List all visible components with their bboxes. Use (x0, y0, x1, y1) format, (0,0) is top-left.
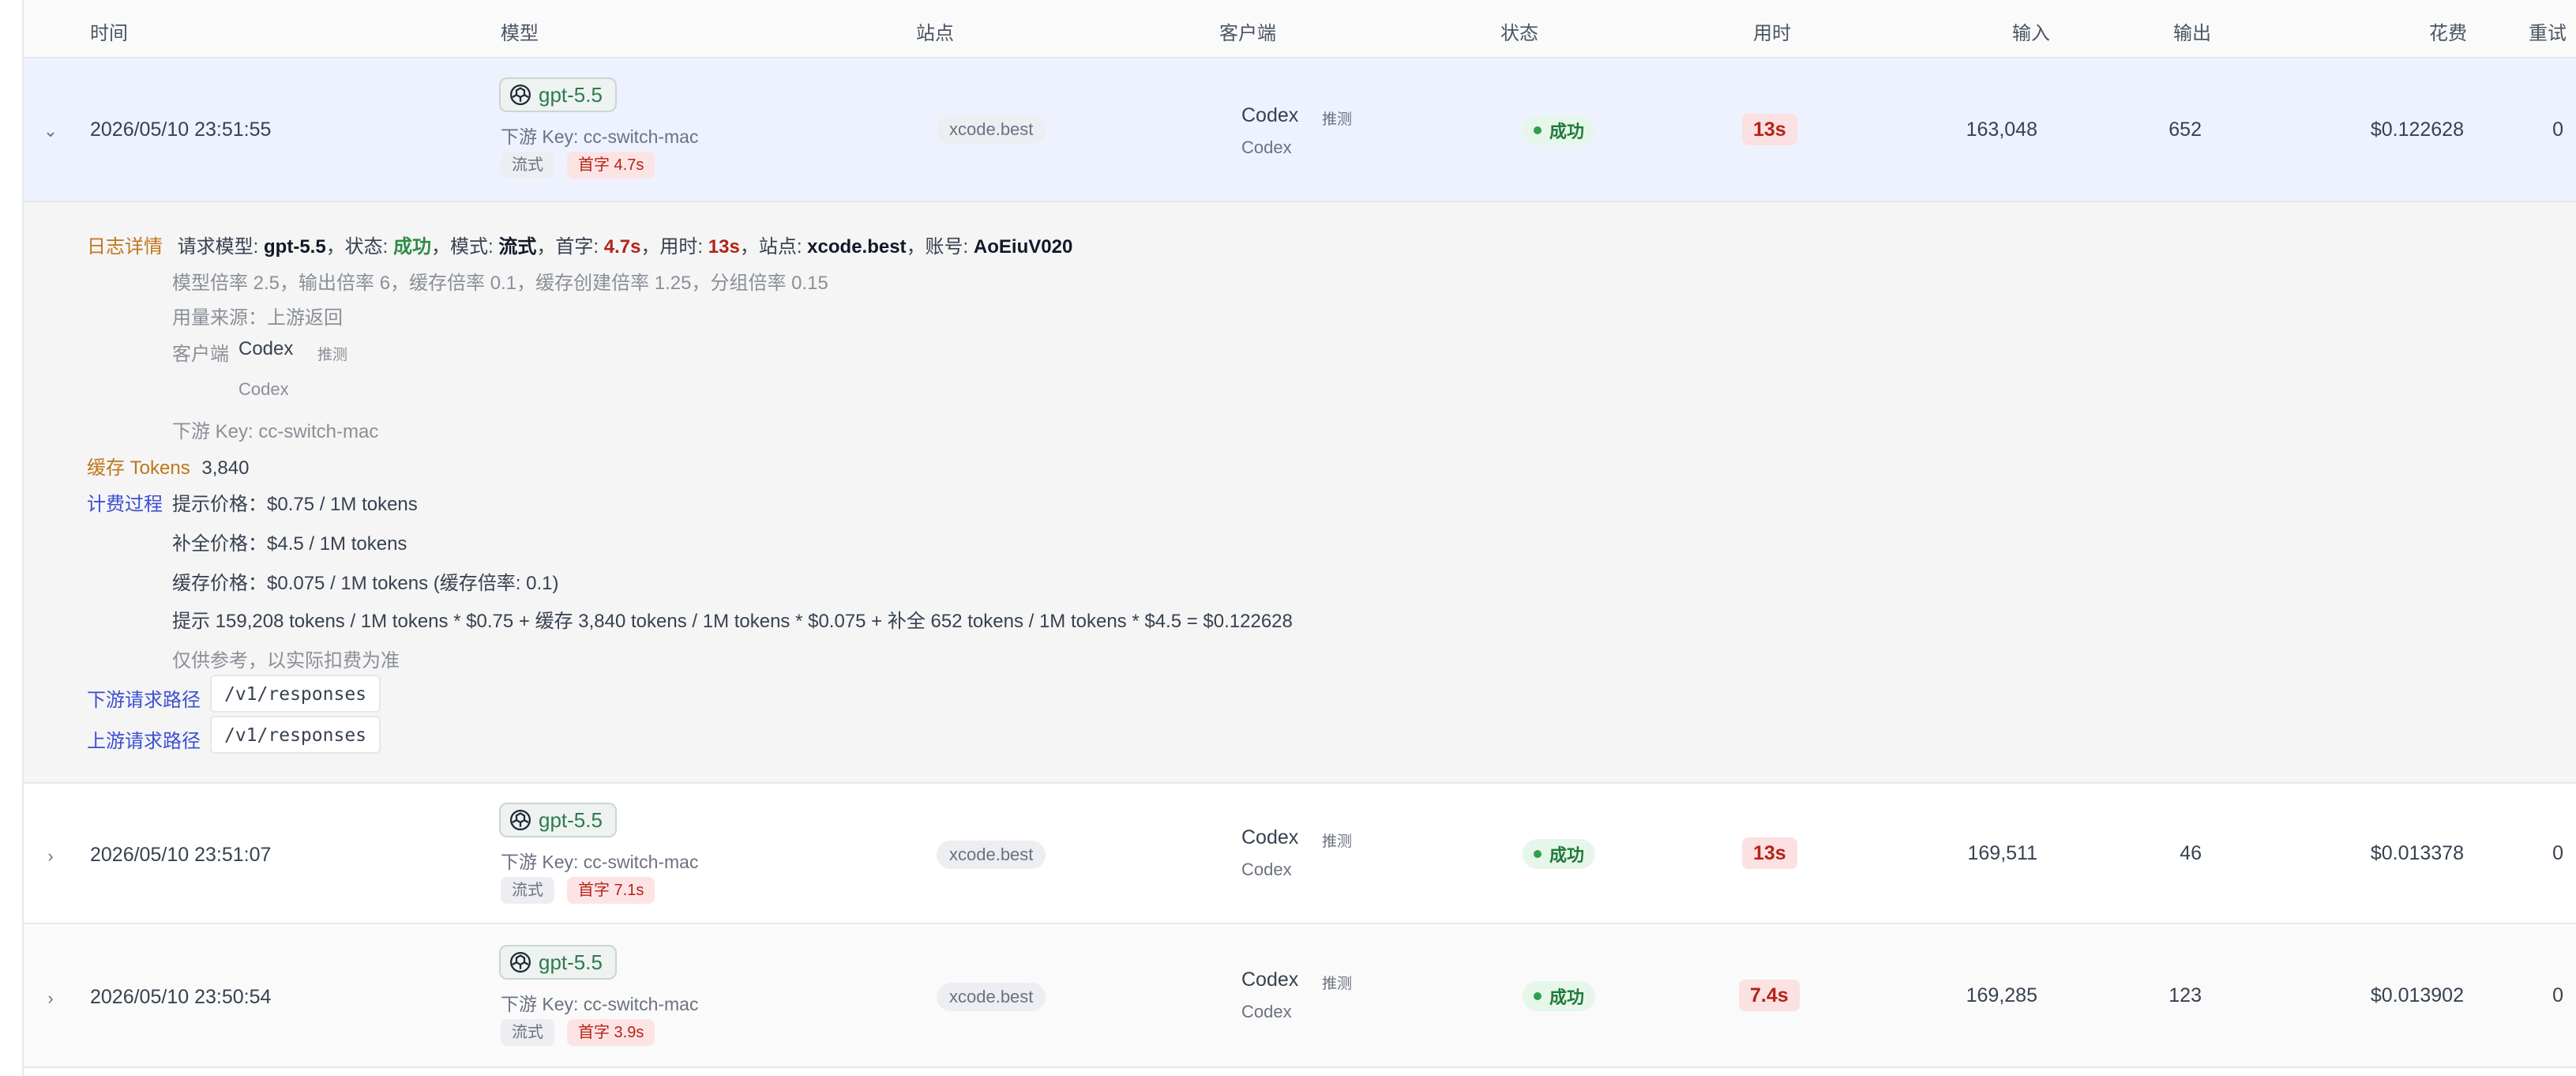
mode-badge: 流式 (501, 877, 554, 904)
table-row[interactable]: › 2026/05/10 23:50:54 gpt-5.5 下游 Key: cc… (24, 926, 2576, 1068)
table-row[interactable]: › 2026/05/10 23:51:07 gpt-5.5 下游 Key: cc… (24, 784, 2576, 924)
client-sub: Codex (1241, 1002, 1292, 1021)
mode-badge: 流式 (501, 1019, 554, 1046)
openai-icon (510, 85, 531, 105)
status-badge: 成功 (1523, 115, 1596, 145)
table-header: 时间 模型 站点 客户端 状态 用时 输入 输出 花费 重试 (24, 0, 2576, 58)
column-header-status[interactable]: 状态 (1500, 17, 1538, 45)
row-time: 2026/05/10 23:51:55 (90, 119, 272, 141)
model-name: gpt-5.5 (539, 950, 603, 974)
cache-tokens-label: 缓存 Tokens (87, 457, 190, 479)
input-tokens: 169,511 (1967, 842, 2037, 864)
detail-downstream-key: 下游 Key: cc-switch-mac (172, 421, 379, 442)
table-row[interactable]: ⌄ 2026/05/10 23:51:55 gpt-5.5 下游 Key: cc… (24, 58, 2576, 202)
status-dot-icon (1534, 850, 1541, 858)
billing-formula: 提示 159,208 tokens / 1M tokens * $0.75 + … (172, 611, 1293, 632)
status-badge: 成功 (1523, 839, 1596, 869)
output-tokens: 46 (2180, 842, 2202, 864)
client-guess-label: 推测 (1322, 833, 1353, 850)
duration-badge: 13s (1742, 114, 1797, 145)
upstream-path[interactable]: /v1/responses (210, 716, 381, 754)
downstream-path-label: 下游请求路径 (87, 690, 201, 711)
column-header-retry[interactable]: 重试 (2529, 17, 2567, 45)
model-name: gpt-5.5 (539, 82, 603, 107)
station-badge: xcode.best (937, 983, 1046, 1011)
downstream-key: 下游 Key: cc-switch-mac (501, 126, 699, 147)
model-tag: gpt-5.5 (499, 803, 617, 837)
cache-price: 缓存价格：$0.075 / 1M tokens (缓存倍率: 0.1) (172, 573, 559, 594)
row-time: 2026/05/10 23:50:54 (90, 986, 272, 1008)
client-guess-label: 推测 (1322, 111, 1353, 128)
duration-badge: 7.4s (1739, 980, 1800, 1011)
client-sub: Codex (1241, 137, 1292, 157)
client-name: Codex (1241, 826, 1299, 848)
first-token-badge: 首字 4.7s (567, 152, 655, 179)
openai-icon (510, 810, 531, 830)
log-summary-line: 日志详情 请求模型: gpt-5.5，状态: 成功，模式: 流式，首字: 4.7… (87, 236, 1073, 258)
client-guess-label: 推测 (1322, 976, 1353, 992)
downstream-key: 下游 Key: cc-switch-mac (501, 994, 699, 1014)
column-header-duration[interactable]: 用时 (1753, 17, 1791, 45)
output-tokens: 123 (2169, 984, 2202, 1006)
status-badge: 成功 (1523, 981, 1596, 1011)
client-sub: Codex (1241, 860, 1292, 879)
downstream-key: 下游 Key: cc-switch-mac (501, 852, 699, 872)
cache-tokens-value: 3,840 (201, 457, 250, 479)
first-token-badge: 首字 3.9s (567, 1019, 655, 1046)
column-header-station[interactable]: 站点 (916, 17, 954, 45)
cost-value: $0.122628 (2370, 119, 2464, 141)
completion-price: 补全价格：$4.5 / 1M tokens (172, 533, 407, 555)
detail-client-guess: 推测 (317, 347, 348, 363)
column-header-output[interactable]: 输出 (2173, 17, 2211, 45)
openai-icon (510, 952, 531, 973)
rates-line: 模型倍率 2.5，输出倍率 6，缓存倍率 0.1，缓存创建倍率 1.25，分组倍… (172, 273, 828, 294)
upstream-path-label: 上游请求路径 (87, 731, 201, 752)
station-badge: xcode.best (937, 841, 1046, 869)
downstream-path[interactable]: /v1/responses (210, 675, 381, 713)
input-tokens: 163,048 (1966, 119, 2037, 141)
cost-value: $0.013902 (2370, 984, 2464, 1006)
model-tag: gpt-5.5 (499, 945, 617, 980)
log-detail-panel: 日志详情 请求模型: gpt-5.5，状态: 成功，模式: 流式，首字: 4.7… (24, 202, 2576, 784)
chevron-right-icon[interactable]: › (39, 988, 62, 1010)
cost-value: $0.013378 (2370, 842, 2464, 864)
column-header-cost[interactable]: 花费 (2429, 17, 2467, 45)
column-header-client[interactable]: 客户端 (1219, 17, 1276, 45)
chevron-down-icon[interactable]: ⌄ (39, 120, 62, 142)
duration-badge: 13s (1742, 837, 1797, 869)
usage-source: 用量来源：上游返回 (172, 307, 343, 329)
model-name: gpt-5.5 (539, 807, 603, 832)
first-token-badge: 首字 7.1s (567, 877, 655, 904)
client-name: Codex (1241, 969, 1299, 991)
billing-note: 仅供参考，以实际扣费为准 (172, 650, 400, 672)
column-header-time[interactable]: 时间 (90, 17, 128, 45)
billing-label: 计费过程 (87, 494, 163, 515)
model-tag: gpt-5.5 (499, 77, 617, 112)
client-name: Codex (1241, 104, 1299, 126)
station-badge: xcode.best (937, 115, 1046, 144)
mode-badge: 流式 (501, 152, 554, 179)
retry-count: 0 (2552, 842, 2563, 864)
column-header-input[interactable]: 输入 (2012, 17, 2050, 45)
column-header-model[interactable]: 模型 (501, 17, 539, 45)
detail-client-sub: Codex (238, 379, 289, 399)
prompt-price: 提示价格：$0.75 / 1M tokens (172, 494, 418, 515)
chevron-right-icon[interactable]: › (39, 845, 62, 867)
status-dot-icon (1534, 126, 1541, 134)
detail-client: Codex (238, 338, 294, 359)
cache-tokens-line: 缓存 Tokens 3,840 (87, 452, 249, 480)
detail-client-label: 客户端 (172, 344, 229, 365)
row-time: 2026/05/10 23:51:07 (90, 844, 272, 866)
log-detail-label: 日志详情 (87, 236, 163, 258)
input-tokens: 169,285 (1966, 984, 2037, 1006)
retry-count: 0 (2552, 984, 2563, 1006)
status-dot-icon (1534, 992, 1541, 1000)
request-log-table: 时间 模型 站点 客户端 状态 用时 输入 输出 花费 重试 ⌄ 2026/05… (22, 0, 2576, 1076)
output-tokens: 652 (2169, 119, 2202, 141)
retry-count: 0 (2552, 119, 2563, 141)
